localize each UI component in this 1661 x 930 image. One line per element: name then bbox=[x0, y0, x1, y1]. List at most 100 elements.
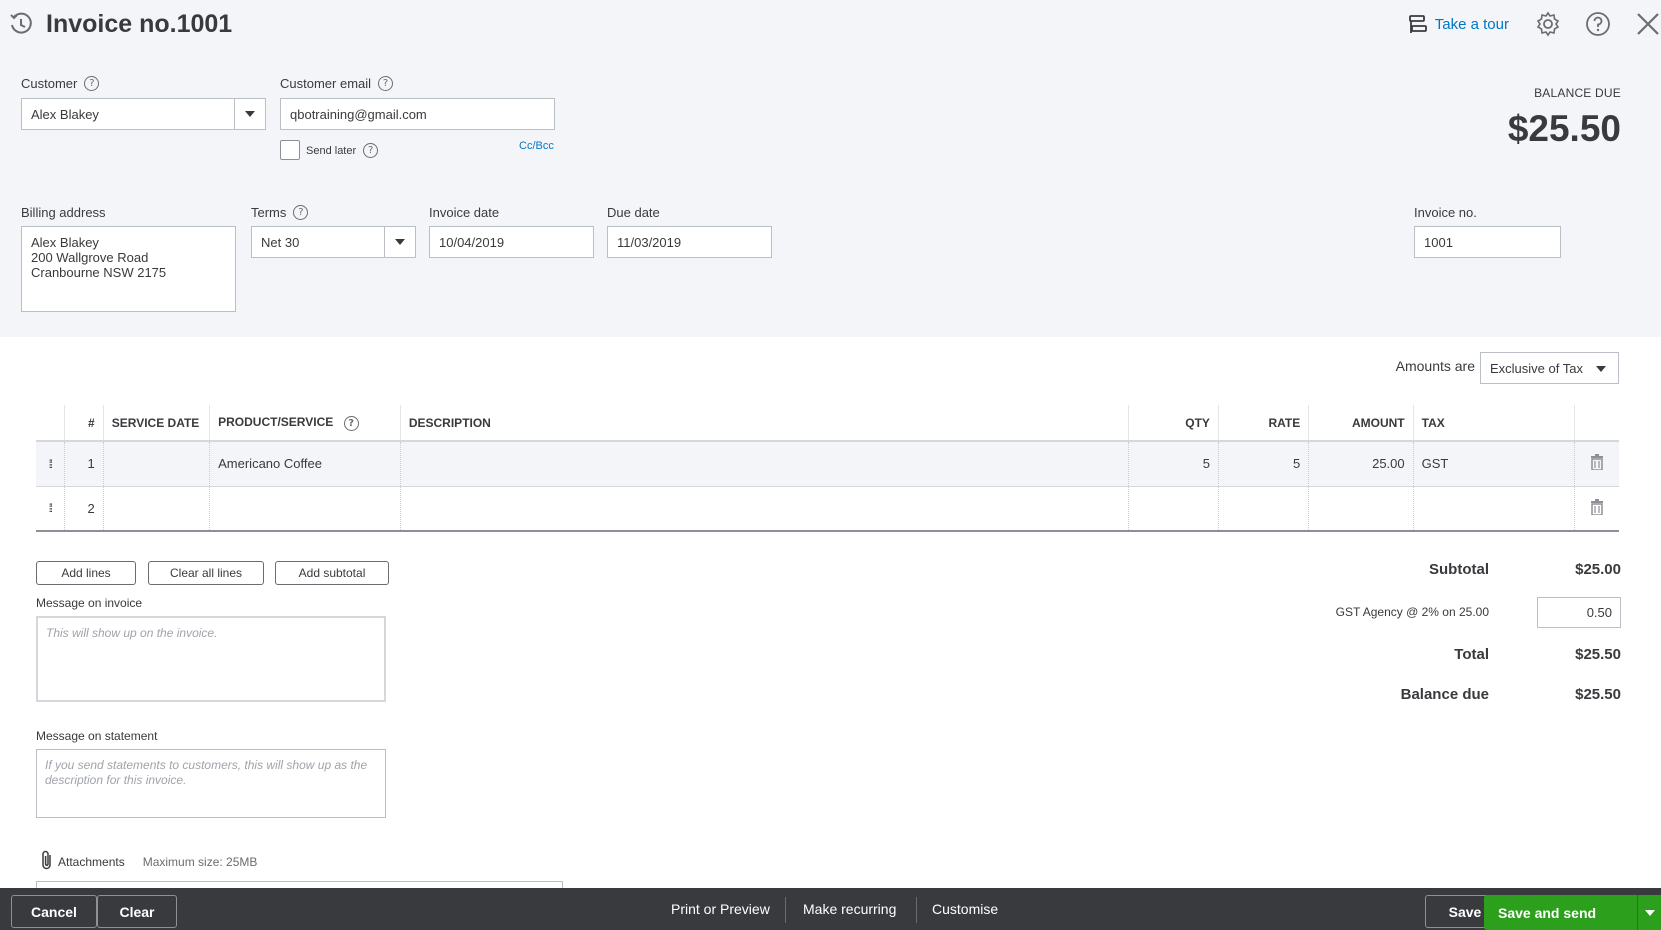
table-row[interactable]: ⁞⁞ 1 Americano Coffee 5 5 25.00 GST bbox=[36, 441, 1619, 487]
paperclip-icon bbox=[40, 850, 54, 873]
col-rate-header: RATE bbox=[1217, 405, 1309, 442]
attachments-row: Attachments Maximum size: 25MB bbox=[40, 850, 257, 873]
col-amount-header: AMOUNT bbox=[1308, 405, 1414, 442]
email-label-row: Customer email ? bbox=[280, 76, 394, 91]
row-tax[interactable] bbox=[1412, 486, 1575, 532]
attachments-label: Attachments bbox=[58, 854, 125, 869]
customer-label-row: Customer ? bbox=[21, 76, 100, 91]
close-icon[interactable] bbox=[1635, 11, 1661, 37]
chevron-down-icon[interactable] bbox=[384, 227, 415, 257]
save-and-send-button[interactable]: Save and send bbox=[1484, 895, 1637, 930]
col-num-header: # bbox=[63, 405, 104, 442]
invoice-date-field[interactable]: 10/04/2019 bbox=[429, 226, 594, 258]
balance-due-total-value: $25.50 bbox=[1575, 686, 1621, 703]
drag-handle-icon[interactable]: ⁞⁞ bbox=[36, 486, 65, 532]
row-tax[interactable]: GST bbox=[1412, 441, 1575, 487]
col-product-header: PRODUCT/SERVICE ? bbox=[209, 405, 401, 442]
take-tour-link[interactable]: Take a tour bbox=[1407, 13, 1509, 35]
terms-label: Terms bbox=[251, 205, 287, 220]
cancel-button[interactable]: Cancel bbox=[11, 895, 97, 928]
col-delete-header bbox=[1574, 405, 1619, 442]
customer-value: Alex Blakey bbox=[31, 106, 99, 122]
top-actions: Take a tour bbox=[1407, 8, 1661, 40]
balance-due-total-label: Balance due bbox=[1400, 686, 1489, 703]
customise-link[interactable]: Customise bbox=[932, 888, 998, 930]
row-service-date[interactable] bbox=[102, 486, 210, 532]
message-invoice-field[interactable]: This will show up on the invoice. bbox=[36, 616, 386, 702]
row-amount[interactable]: 25.00 bbox=[1308, 441, 1414, 487]
terms-select[interactable]: Net 30 bbox=[251, 226, 416, 258]
message-statement-field[interactable]: If you send statements to customers, thi… bbox=[36, 749, 386, 818]
drag-handle-icon[interactable]: ⁞⁞ bbox=[36, 441, 65, 487]
balance-due-amount: $25.50 bbox=[1507, 108, 1621, 149]
row-num: 2 bbox=[63, 486, 104, 532]
trash-icon[interactable] bbox=[1590, 498, 1604, 518]
title-row: Invoice no.1001 bbox=[8, 8, 232, 40]
tour-icon bbox=[1408, 15, 1427, 33]
row-product[interactable]: Americano Coffee bbox=[209, 441, 401, 487]
row-amount[interactable] bbox=[1308, 486, 1414, 532]
footer-divider bbox=[916, 897, 917, 923]
message-statement-label: Message on statement bbox=[36, 729, 158, 743]
row-description[interactable] bbox=[399, 441, 1129, 487]
row-num: 1 bbox=[63, 441, 104, 487]
gear-icon[interactable] bbox=[1535, 11, 1561, 37]
clear-button[interactable]: Clear bbox=[97, 895, 177, 928]
footer-bar: Cancel Clear Print or Preview Make recur… bbox=[0, 888, 1661, 930]
save-send-menu-button[interactable] bbox=[1637, 895, 1661, 930]
make-recurring-link[interactable]: Make recurring bbox=[803, 888, 896, 930]
invoice-no-field[interactable]: 1001 bbox=[1414, 226, 1561, 258]
send-later-help-icon[interactable]: ? bbox=[363, 143, 379, 158]
page-title: Invoice no.1001 bbox=[46, 9, 233, 38]
row-product[interactable] bbox=[209, 486, 401, 532]
row-description[interactable] bbox=[399, 486, 1129, 532]
send-later-label: Send later bbox=[306, 144, 357, 157]
col-description-header: DESCRIPTION bbox=[399, 405, 1129, 442]
customer-label: Customer bbox=[21, 76, 78, 91]
gst-amount-input[interactable]: 0.50 bbox=[1537, 597, 1621, 628]
amounts-are-label: Amounts are bbox=[1395, 358, 1475, 374]
subtotal-value: $25.00 bbox=[1575, 561, 1621, 578]
row-rate[interactable]: 5 bbox=[1217, 441, 1309, 487]
add-subtotal-button[interactable]: Add subtotal bbox=[275, 561, 389, 585]
trash-icon[interactable] bbox=[1590, 454, 1604, 473]
terms-help-icon[interactable]: ? bbox=[293, 205, 309, 220]
message-invoice-label: Message on invoice bbox=[36, 596, 143, 610]
due-date-label: Due date bbox=[607, 205, 660, 220]
chevron-down-icon[interactable] bbox=[234, 99, 265, 129]
cc-bcc-link[interactable]: Cc/Bcc bbox=[519, 140, 554, 152]
help-icon[interactable] bbox=[1585, 11, 1611, 37]
print-preview-link[interactable]: Print or Preview bbox=[671, 888, 770, 930]
attachments-max-size: Maximum size: 25MB bbox=[142, 854, 258, 869]
table-row[interactable]: ⁞⁞ 2 bbox=[36, 486, 1619, 532]
row-qty[interactable]: 5 bbox=[1127, 441, 1219, 487]
table-header-row: # SERVICE DATE PRODUCT/SERVICE ? DESCRIP… bbox=[36, 405, 1619, 442]
send-later-checkbox[interactable] bbox=[280, 140, 300, 160]
gst-label: GST Agency @ 2% on 25.00 bbox=[1335, 605, 1489, 619]
row-service-date[interactable] bbox=[102, 441, 210, 487]
email-label: Customer email bbox=[280, 76, 372, 91]
customer-help-icon[interactable]: ? bbox=[84, 76, 100, 91]
clear-all-lines-button[interactable]: Clear all lines bbox=[148, 561, 264, 585]
add-lines-button[interactable]: Add lines bbox=[36, 561, 136, 585]
col-qty-header: QTY bbox=[1127, 405, 1219, 442]
row-qty[interactable] bbox=[1127, 486, 1219, 532]
email-value: qbotraining@gmail.com bbox=[290, 106, 427, 122]
billing-line-3: Cranbourne NSW 2175 bbox=[31, 265, 167, 280]
recent-transactions-icon[interactable] bbox=[8, 11, 34, 37]
customer-select[interactable]: Alex Blakey bbox=[21, 98, 266, 130]
billing-address-field[interactable]: Alex Blakey 200 Wallgrove Road Cranbourn… bbox=[21, 226, 236, 312]
invoice-no-label: Invoice no. bbox=[1414, 205, 1477, 220]
row-rate[interactable] bbox=[1217, 486, 1309, 532]
total-value: $25.50 bbox=[1575, 646, 1621, 663]
billing-line-2: 200 Wallgrove Road bbox=[31, 250, 149, 265]
product-header-label: PRODUCT/SERVICE bbox=[218, 414, 334, 429]
email-field[interactable]: qbotraining@gmail.com bbox=[280, 98, 555, 130]
invoice-date-value: 10/04/2019 bbox=[439, 234, 505, 250]
product-help-icon[interactable]: ? bbox=[343, 415, 359, 431]
drag-column-header bbox=[36, 405, 65, 442]
email-help-icon[interactable]: ? bbox=[378, 76, 394, 91]
take-tour-label: Take a tour bbox=[1434, 15, 1509, 33]
amounts-are-select[interactable]: Exclusive of Tax bbox=[1480, 352, 1619, 384]
due-date-field[interactable]: 11/03/2019 bbox=[607, 226, 772, 258]
